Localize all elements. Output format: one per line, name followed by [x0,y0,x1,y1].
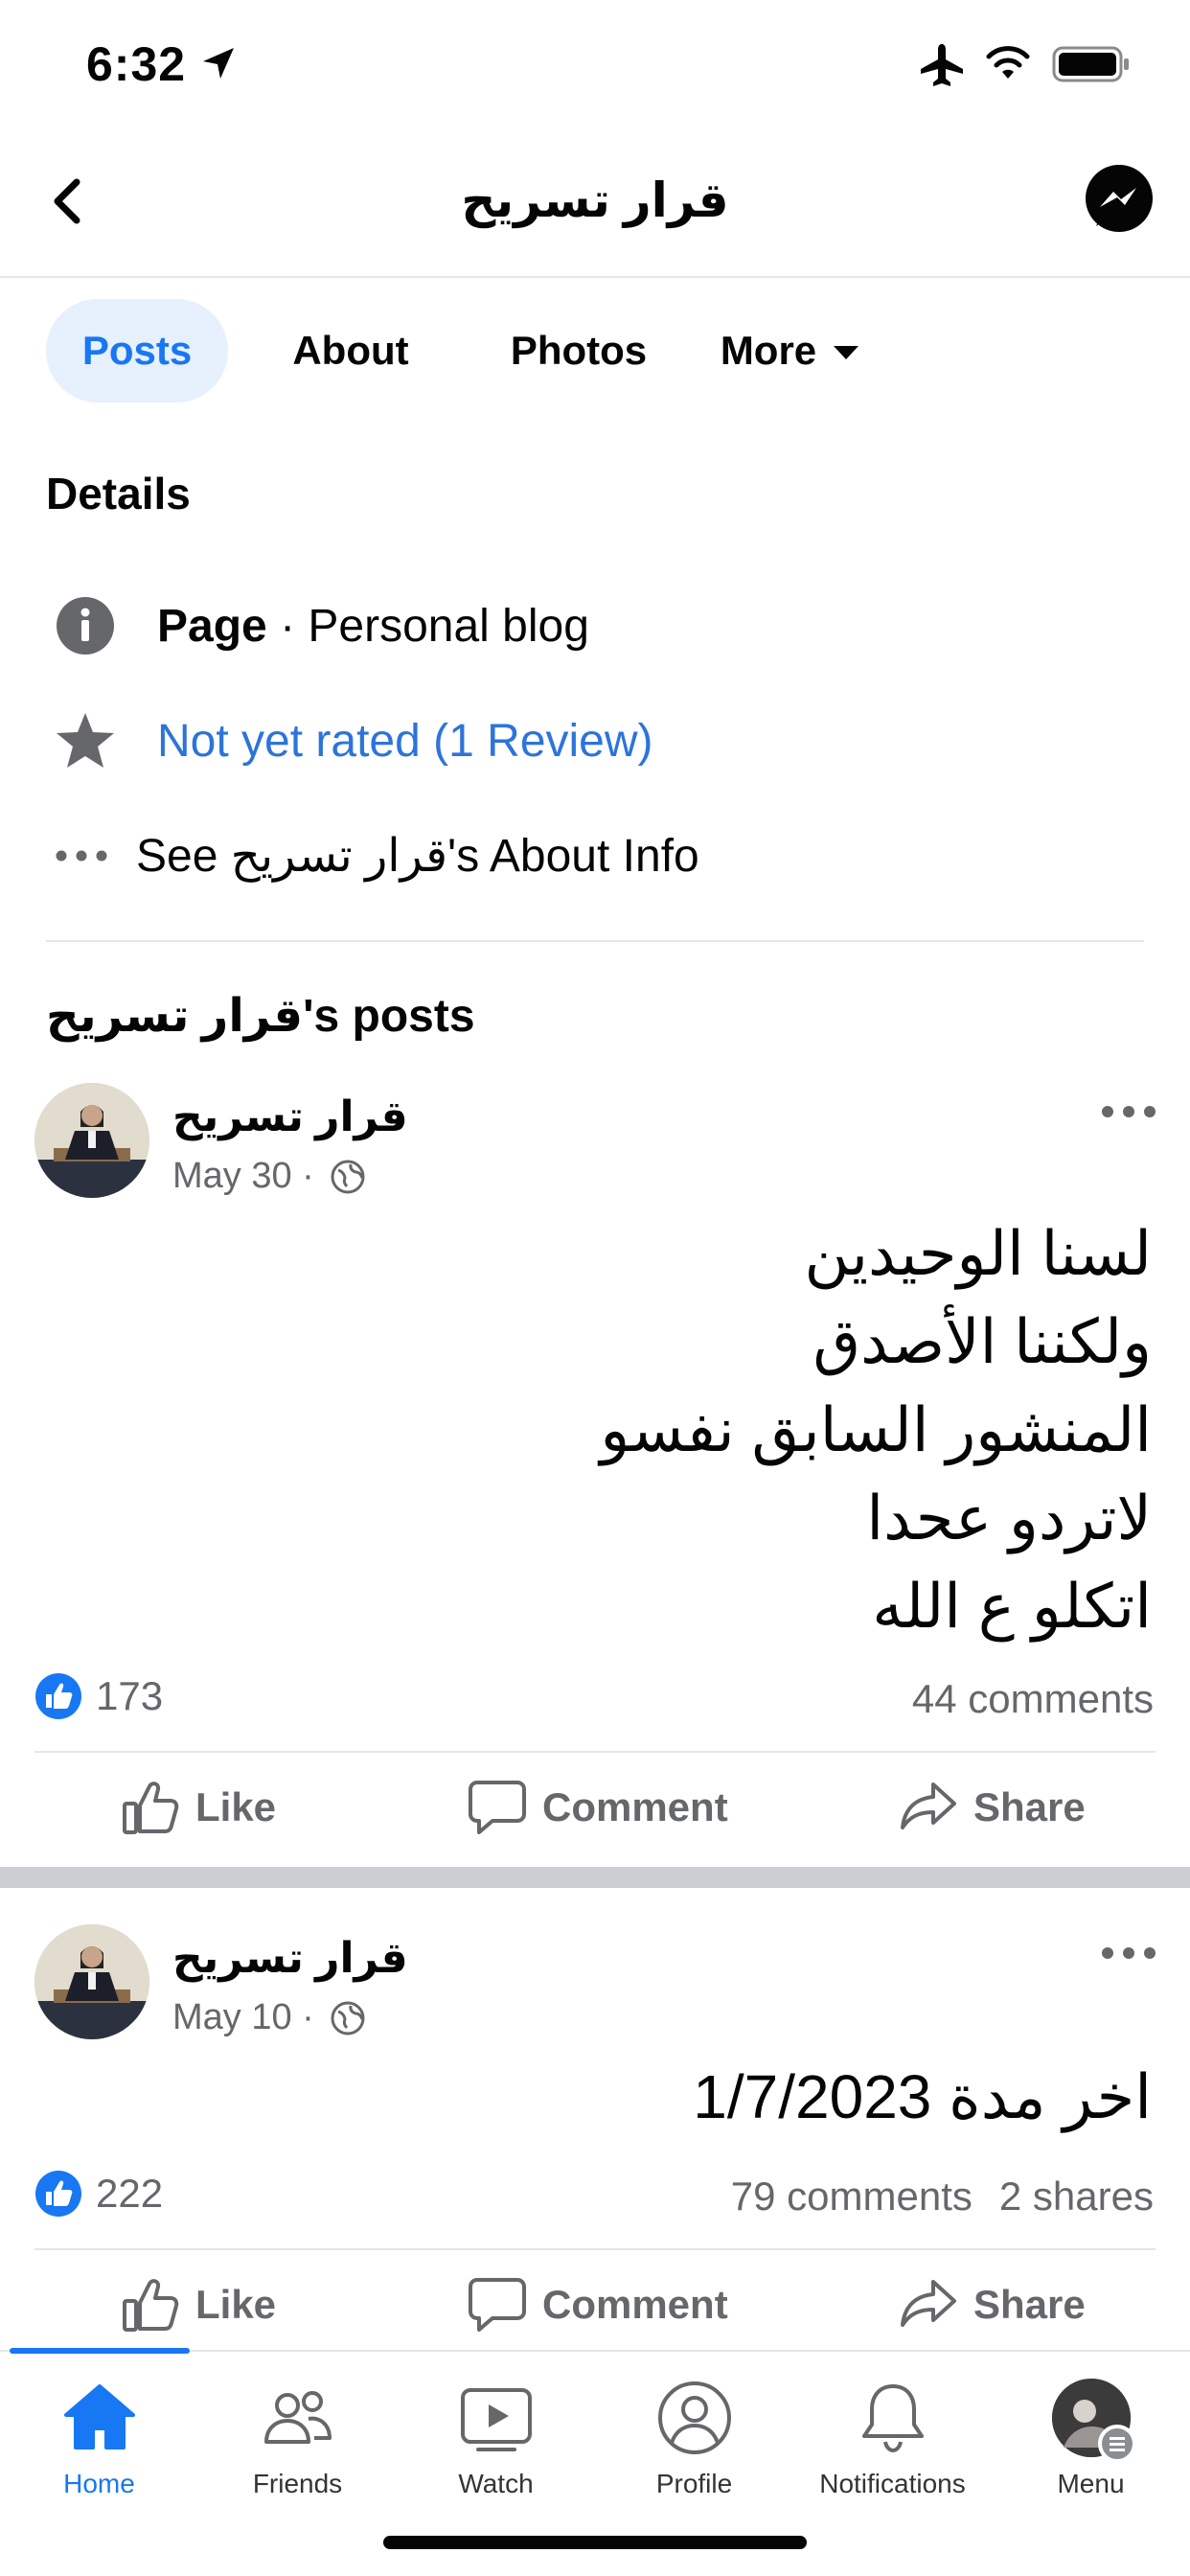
section-divider [46,940,1144,942]
reaction-summary[interactable]: 173 [34,1672,163,1720]
like-button[interactable]: Like [121,2276,276,2334]
comment-icon [469,1781,526,1834]
thumbs-up-icon [123,2279,179,2332]
detail-rating[interactable]: Not yet rated (1 Review) [54,702,653,779]
post-date-text: May 10 · [172,1997,314,2037]
nav-label: Friends [252,2469,343,2498]
post-options-icon[interactable] [1100,1944,1157,1963]
tab-more[interactable]: More [684,299,895,402]
tab-label: Posts [81,328,193,373]
nav-label: Notifications [819,2469,966,2498]
status-time: 6:32 [86,37,187,91]
share-icon [901,2280,956,2327]
home-icon [63,2384,135,2450]
tab-label: Photos [510,328,648,373]
tab-label: About [292,328,409,373]
battery-icon [1052,46,1129,82]
friends-icon [263,2391,332,2444]
page-tabs: Posts About Photos More [46,299,895,402]
nav-home[interactable]: Home [0,2352,198,2505]
rating-link[interactable]: Not yet rated (1 Review) [157,715,653,768]
tab-about[interactable]: About [228,299,473,402]
post-text: لسنا الوحيدين ولكننا الأصدق المنشور السا… [600,1219,1152,1641]
detail-about-info[interactable]: See قرار تسريح's About Info [54,817,699,894]
messenger-icon[interactable] [1083,163,1156,236]
more-dots-icon [54,824,109,887]
airplane-icon [921,44,963,86]
nav-notifications[interactable]: Notifications [793,2352,992,2505]
share-label: Share [973,1784,1086,1829]
nav-menu[interactable]: Menu [992,2352,1190,2505]
nav-label: Watch [458,2469,534,2498]
post-separator [0,1867,1190,1888]
comment-count[interactable]: 79 comments [731,2174,973,2219]
post-date: May 10 · [172,1997,366,2038]
comment-count[interactable]: 44 comments [912,1676,1154,1722]
like-label: Like [195,1784,277,1829]
share-count[interactable]: 2 shares [999,2174,1154,2219]
like-reaction-icon [35,2171,81,2217]
page-type-label: Page [157,600,267,652]
share-label: Share [973,2282,1086,2327]
like-count: 222 [96,2171,164,2216]
nav-label: Menu [1057,2469,1125,2498]
post-divider [34,1751,1156,1753]
avatar[interactable] [34,1083,149,1198]
post-author[interactable]: قرار تسريح [172,1934,408,1983]
avatar[interactable] [34,1924,149,2039]
page-type-separator: · [266,600,309,652]
info-icon [54,594,117,657]
post-divider [34,2248,1156,2250]
reaction-summary[interactable]: 222 [34,2170,163,2218]
engagement-counts: 79 comments 2 shares [731,2174,1154,2220]
menu-avatar [1051,2379,1136,2463]
bell-icon [861,2384,924,2453]
tab-posts[interactable]: Posts [46,299,228,402]
nav-label: Home [63,2469,135,2498]
post-date-text: May 30 · [172,1156,314,1196]
globe-icon [331,2001,365,2035]
post-options-icon[interactable] [1100,1102,1157,1121]
post-date: May 30 · [172,1156,366,1197]
menu-lines-icon [1097,2425,1136,2463]
nav-watch[interactable]: Watch [397,2352,595,2505]
like-count: 173 [96,1673,164,1718]
page-title: قرار تسريح [461,173,729,227]
post-text: اخر مدة 1/7/2023 [693,2062,1152,2131]
thumbs-up-icon [123,1782,179,1834]
comment-label: Comment [542,1784,728,1829]
comment-button[interactable]: Comment [468,2276,728,2334]
caret-down-icon [834,346,859,359]
comment-icon [469,2278,526,2332]
like-label: Like [195,2282,277,2327]
like-button[interactable]: Like [121,1779,276,1836]
about-info-link[interactable]: See قرار تسريح's About Info [136,829,699,883]
post-author[interactable]: قرار تسريح [172,1092,408,1141]
page-type-value: Personal blog [308,600,589,652]
like-reaction-icon [35,1673,81,1719]
nav-bar: قرار تسريح [0,134,1190,278]
wifi-icon [986,46,1030,79]
star-icon [54,709,117,772]
tab-photos[interactable]: Photos [473,299,684,402]
nav-friends[interactable]: Friends [198,2352,397,2505]
share-icon [901,1782,956,1829]
share-button[interactable]: Share [899,1779,1086,1836]
details-heading: Details [46,469,191,518]
posts-heading: قرار تسريح's posts [46,991,475,1042]
profile-icon [657,2381,731,2454]
nav-profile[interactable]: Profile [595,2352,793,2505]
nav-label: Profile [655,2469,733,2498]
comment-label: Comment [542,2282,728,2327]
home-indicator [383,2536,807,2549]
tab-label: More [720,328,817,373]
location-arrow-icon [203,48,234,79]
share-button[interactable]: Share [899,2276,1086,2334]
watch-icon [460,2388,532,2451]
status-bar: 6:32 [0,0,1190,134]
globe-icon [331,1160,365,1193]
comment-button[interactable]: Comment [468,1779,728,1836]
detail-page-type: Page · Personal blog [54,587,589,664]
